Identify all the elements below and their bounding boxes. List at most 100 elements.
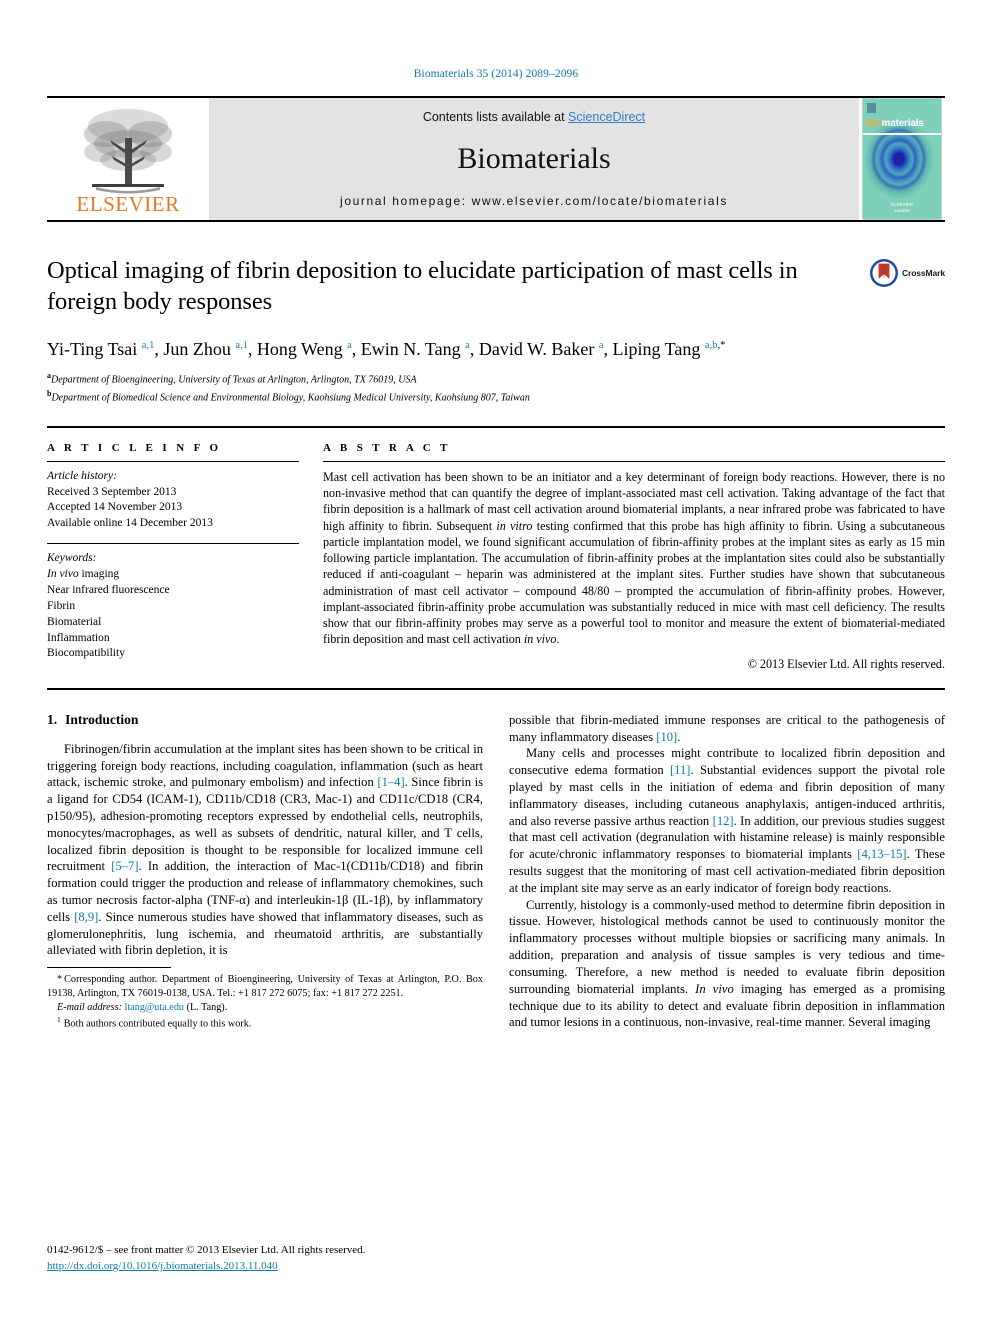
journal-cover-thumbnail[interactable]: Bio materials ELSEVIER London <box>859 98 945 220</box>
affiliation-text: Department of Bioengineering, University… <box>51 374 417 386</box>
author-affiliation-marks: a,b,* <box>704 339 726 351</box>
affiliation-row: aDepartment of Bioengineering, Universit… <box>47 370 945 388</box>
cover-artwork: Bio materials ELSEVIER London <box>862 98 942 220</box>
author-name: David W. Baker <box>478 338 599 359</box>
footnote-number-marker: 1 <box>57 1014 61 1024</box>
journal-band: Contents lists available at ScienceDirec… <box>209 98 859 220</box>
affiliation-list: aDepartment of Bioengineering, Universit… <box>47 370 945 406</box>
email-link[interactable]: ltang@uta.edu <box>125 1002 184 1013</box>
page-title: Optical imaging of fibrin deposition to … <box>47 257 798 315</box>
cover-title-first: Bio <box>866 118 882 129</box>
abstract-rule <box>323 460 945 462</box>
author-name: Yi-Ting Tsai <box>47 338 142 359</box>
author-separator: , <box>154 338 164 359</box>
author-affiliation-marks: a,1 <box>235 339 248 351</box>
keywords-label: Keywords: <box>47 552 97 565</box>
author-name: Ewin N. Tang <box>360 338 466 359</box>
section-title: Introduction <box>65 711 139 727</box>
citation-link[interactable]: [8,9] <box>74 910 98 924</box>
article-history-item: Received 3 September 2013 <box>47 485 177 498</box>
journal-homepage-link[interactable]: journal homepage: www.elsevier.com/locat… <box>340 194 728 208</box>
title-block: Optical imaging of fibrin deposition to … <box>47 256 945 406</box>
footnote-corresponding-text: Corresponding author. Department of Bioe… <box>47 973 483 999</box>
keyword-item: Biocompatibility <box>47 647 125 660</box>
article-history-list: Received 3 September 2013 Accepted 14 Nov… <box>47 485 299 533</box>
article-history-item: Accepted 14 November 2013 <box>47 501 183 514</box>
intro-paragraph-left: Fibrinogen/fibrin accumulation at the im… <box>47 741 484 958</box>
author-name: Hong Weng <box>256 338 348 359</box>
footnote-email-suffix: (L. Tang). <box>186 1001 228 1013</box>
issn-front-matter: 0142-9612/$ – see front matter © 2013 El… <box>47 1244 366 1257</box>
author-separator: , <box>603 338 613 359</box>
author-separator: , <box>247 338 257 359</box>
page-footer: 0142-9612/$ – see front matter © 2013 El… <box>47 1243 483 1275</box>
citation-link[interactable]: [11] <box>670 763 691 777</box>
author-affiliation-marks: a,1 <box>141 339 155 351</box>
cover-title-rest: materials <box>881 118 924 129</box>
doi-link[interactable]: http://dx.doi.org/10.1016/j.biomaterials… <box>47 1260 278 1272</box>
footnote-equal-contribution: 1 Both authors contributed equally to thi… <box>47 1015 483 1031</box>
footnote-star-marker: * <box>57 973 63 985</box>
crossmark-icon <box>869 259 898 287</box>
keyword-item: Near infrared fluorescence <box>47 583 170 596</box>
article-info-column: A R T I C L E I N F O Article history: R… <box>47 442 299 672</box>
contents-prefix: Contents lists available at <box>422 110 569 124</box>
intro-paragraph-right-1: possible that fibrin-mediated immune res… <box>509 712 945 744</box>
intro-paragraph-right-3: Currently, histology is a commonly-used … <box>509 897 946 1030</box>
keyword-item: Inflammation <box>47 631 110 644</box>
info-abstract-band: A R T I C L E I N F O Article history: R… <box>47 425 945 690</box>
footnote-email: E-mail address: ltang@uta.edu (L. Tang). <box>47 1001 483 1015</box>
author-separator: , <box>469 338 479 359</box>
running-head: Biomaterials 35 (2014) 2089–2096 <box>413 68 579 80</box>
keywords-rule <box>47 543 299 545</box>
sciencedirect-link[interactable]: ScienceDirect <box>568 110 645 124</box>
crossmark-badge[interactable]: CrossMark <box>869 258 945 288</box>
paper-page: Biomaterials 35 (2014) 2089–2096 ELSEVIE… <box>0 0 992 1323</box>
journal-masthead: ELSEVIER Contents lists available at Sci… <box>47 96 945 222</box>
elsevier-tree-icon <box>84 109 172 194</box>
article-history-item: Available online 14 December 2013 <box>47 517 213 530</box>
abstract-heading: A B S T R A C T <box>323 441 451 454</box>
body-columns: 1. Introduction Fibrinogen/fibrin accumul… <box>47 712 945 1031</box>
abstract-text: Mast cell activation has been shown to b… <box>323 469 945 647</box>
footnote-corresponding-author: * Corresponding author. Department of Bio… <box>47 973 483 1001</box>
keyword-item: Fibrin <box>47 599 76 612</box>
abstract-copyright: © 2013 Elsevier Ltd. All rights reserved… <box>747 656 945 671</box>
affiliation-text: Department of Biomedical Science and Env… <box>51 392 530 404</box>
article-info-heading: A R T I C L E I N F O <box>47 441 222 454</box>
author-name: Jun Zhou <box>163 338 236 359</box>
cover-title-band: Bio materials <box>863 116 941 131</box>
affiliation-row: bDepartment of Biomedical Science and En… <box>47 388 945 406</box>
author-name: Liping Tang <box>612 338 705 359</box>
body-right-column: possible that fibrin-mediated immune res… <box>509 712 945 1031</box>
cover-footer-line1: ELSEVIER <box>890 201 913 207</box>
body-left-column: 1. Introduction Fibrinogen/fibrin accumul… <box>47 712 483 1031</box>
contents-available-line: Contents lists available at ScienceDirec… <box>423 110 645 124</box>
citation-link[interactable]: [10] <box>656 730 677 744</box>
section-heading-introduction: 1. Introduction <box>47 712 483 728</box>
footnote-email-label: E-mail address: <box>57 1001 122 1013</box>
keywords-list: In vivo imaging Near infrared fluorescenc… <box>47 567 299 662</box>
keyword-item: Biomaterial <box>47 615 102 628</box>
author-list: Yi-Ting Tsai a,1, Jun Zhou a,1, Hong Wen… <box>47 338 945 361</box>
section-number: 1. <box>47 711 58 727</box>
keyword-item: In vivo imaging <box>47 568 120 581</box>
citation-link[interactable]: [5–7] <box>111 859 138 873</box>
elsevier-logo: ELSEVIER <box>47 98 209 220</box>
cover-publisher-mark <box>867 103 876 113</box>
cover-footer-line2: London <box>894 208 910 214</box>
citation-link[interactable]: [12] <box>713 814 734 828</box>
intro-paragraph-right-2: Many cells and processes might contribut… <box>509 746 945 895</box>
abstract-column: A B S T R A C T Mast cell activation has… <box>323 442 945 672</box>
cover-footer: ELSEVIER London <box>863 202 941 216</box>
author-separator: , <box>351 338 361 359</box>
citation-link[interactable]: [4,13–15] <box>857 847 906 861</box>
crossmark-label: CrossMark <box>901 268 945 278</box>
citation-link[interactable]: [1–4] <box>377 775 404 789</box>
footnote-equal-text: Both authors contributed equally to this… <box>63 1018 252 1030</box>
cover-divider <box>863 133 941 135</box>
footnote-rule <box>47 966 171 968</box>
article-info-rule <box>47 460 299 462</box>
elsevier-wordmark: ELSEVIER <box>76 192 180 216</box>
footnote-block: * Corresponding author. Department of Bio… <box>47 966 483 1031</box>
